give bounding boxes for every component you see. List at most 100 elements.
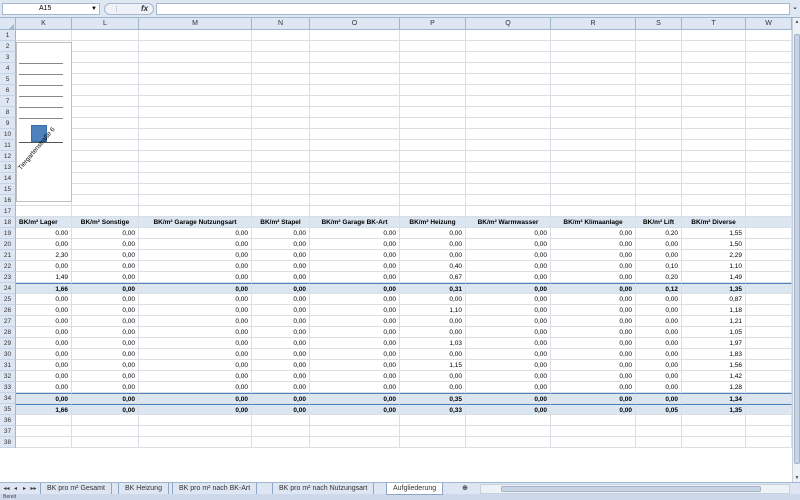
column-header[interactable]: L <box>72 18 139 30</box>
cell[interactable]: 0,00 <box>72 360 139 371</box>
row-header[interactable]: 1 <box>0 30 16 41</box>
cell[interactable]: 0,00 <box>400 294 466 305</box>
cell[interactable]: 0,00 <box>139 294 252 305</box>
cell[interactable] <box>636 85 682 96</box>
embedded-chart[interactable]: Tiergartenstraße 6 <box>16 42 72 202</box>
cell[interactable] <box>746 294 792 305</box>
cell[interactable]: 0,00 <box>252 283 310 294</box>
cell[interactable] <box>636 437 682 448</box>
cell[interactable] <box>551 437 636 448</box>
cell[interactable] <box>400 85 466 96</box>
cell[interactable]: 0,20 <box>636 228 682 239</box>
cell[interactable] <box>551 140 636 151</box>
cell[interactable] <box>400 140 466 151</box>
cell[interactable]: 0,00 <box>551 327 636 338</box>
expand-formula-icon[interactable]: ⌄ <box>792 3 798 11</box>
cell[interactable]: 0,00 <box>310 283 400 294</box>
cell[interactable] <box>72 184 139 195</box>
column-header[interactable]: N <box>252 18 310 30</box>
cell[interactable]: 0,00 <box>466 283 551 294</box>
cell[interactable] <box>551 129 636 140</box>
cell[interactable]: 0,00 <box>72 316 139 327</box>
cell[interactable]: 1,66 <box>16 404 72 415</box>
cell[interactable]: 0,00 <box>466 294 551 305</box>
cell[interactable] <box>139 195 252 206</box>
cell[interactable]: 0,00 <box>16 338 72 349</box>
cell[interactable] <box>139 63 252 74</box>
cell[interactable] <box>466 52 551 63</box>
row-header[interactable]: 25 <box>0 294 16 305</box>
cell[interactable] <box>636 195 682 206</box>
cell[interactable]: 0,00 <box>139 261 252 272</box>
cell[interactable]: 0,00 <box>551 283 636 294</box>
cell[interactable] <box>551 41 636 52</box>
cell[interactable] <box>746 338 792 349</box>
cell[interactable] <box>466 206 551 217</box>
row-header[interactable]: 8 <box>0 107 16 118</box>
cell[interactable] <box>682 162 746 173</box>
cell[interactable] <box>636 41 682 52</box>
row-header[interactable]: 29 <box>0 338 16 349</box>
row-header[interactable]: 27 <box>0 316 16 327</box>
cell[interactable]: 0,00 <box>636 360 682 371</box>
cell[interactable]: 0,00 <box>310 404 400 415</box>
cell[interactable]: 0,00 <box>16 382 72 393</box>
cell[interactable]: 0,00 <box>310 261 400 272</box>
cell[interactable]: 0,00 <box>139 338 252 349</box>
cell[interactable]: 0,00 <box>139 272 252 283</box>
cell[interactable]: 0,00 <box>16 261 72 272</box>
cell[interactable] <box>252 195 310 206</box>
row-header[interactable]: 23 <box>0 272 16 283</box>
cell[interactable] <box>16 426 72 437</box>
column-header[interactable]: O <box>310 18 400 30</box>
cell[interactable]: 0,00 <box>72 327 139 338</box>
cell[interactable]: 1,35 <box>682 404 746 415</box>
cell[interactable]: 0,00 <box>466 349 551 360</box>
cell[interactable]: 0,00 <box>139 360 252 371</box>
cell[interactable] <box>310 129 400 140</box>
cell[interactable] <box>636 107 682 118</box>
cell[interactable] <box>746 118 792 129</box>
cell[interactable] <box>252 140 310 151</box>
cell[interactable]: 0,00 <box>310 327 400 338</box>
cell[interactable]: 0,00 <box>466 239 551 250</box>
cell[interactable] <box>400 30 466 41</box>
cell[interactable]: 0,00 <box>252 327 310 338</box>
cell[interactable]: 0,00 <box>466 338 551 349</box>
cell[interactable]: 0,00 <box>252 261 310 272</box>
cell[interactable]: 0,00 <box>16 371 72 382</box>
cell[interactable] <box>310 41 400 52</box>
cell[interactable] <box>551 184 636 195</box>
cell[interactable]: 0,00 <box>551 272 636 283</box>
cell[interactable] <box>252 85 310 96</box>
cell[interactable]: 1,28 <box>682 382 746 393</box>
cell[interactable]: 0,00 <box>139 371 252 382</box>
cell[interactable] <box>746 30 792 41</box>
cell[interactable] <box>551 426 636 437</box>
select-all-corner[interactable] <box>0 18 16 30</box>
cell[interactable]: 0,00 <box>72 250 139 261</box>
cell[interactable]: 0,00 <box>636 349 682 360</box>
column-header[interactable]: P <box>400 18 466 30</box>
cell[interactable]: 0,00 <box>16 360 72 371</box>
cell[interactable]: 0,00 <box>551 294 636 305</box>
cell[interactable] <box>746 371 792 382</box>
sheet-tab[interactable]: Aufgliederung <box>386 483 444 495</box>
cell[interactable]: 0,00 <box>310 393 400 404</box>
cell[interactable] <box>466 107 551 118</box>
cell[interactable]: 0,00 <box>466 261 551 272</box>
cell[interactable] <box>400 162 466 173</box>
row-header[interactable]: 12 <box>0 151 16 162</box>
chevron-down-icon[interactable]: ▼ <box>91 4 97 14</box>
row-header[interactable]: 5 <box>0 74 16 85</box>
cell[interactable] <box>16 415 72 426</box>
cell[interactable] <box>139 437 252 448</box>
cell[interactable]: 0,00 <box>636 239 682 250</box>
cell[interactable] <box>252 151 310 162</box>
cell[interactable] <box>551 96 636 107</box>
cell[interactable] <box>746 107 792 118</box>
cell[interactable]: 1,55 <box>682 228 746 239</box>
cell[interactable] <box>682 206 746 217</box>
cell[interactable]: 0,00 <box>636 338 682 349</box>
cell[interactable] <box>466 41 551 52</box>
